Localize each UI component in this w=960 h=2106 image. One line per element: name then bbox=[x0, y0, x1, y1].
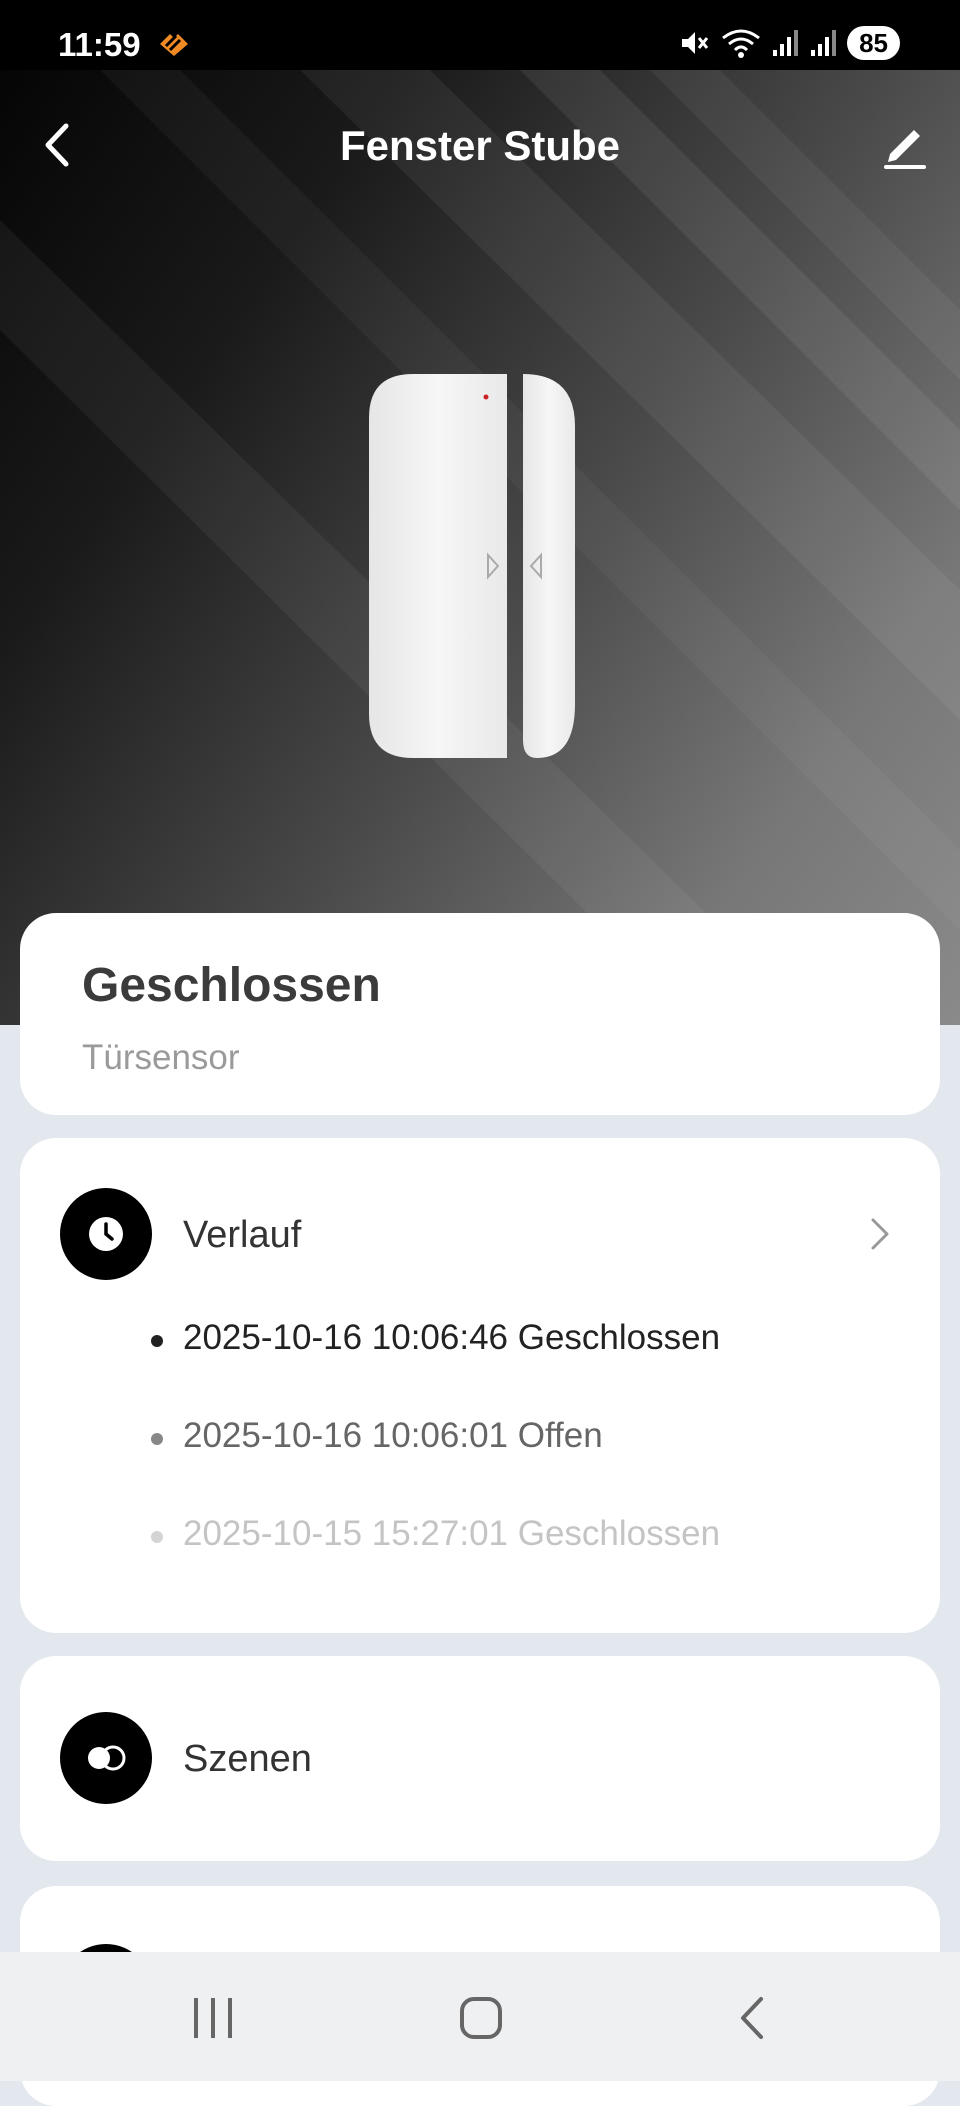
back-icon[interactable] bbox=[735, 1996, 769, 2040]
scenes-icon-wrap bbox=[60, 1712, 152, 1804]
history-entry-text: 2025-10-15 15:27:01 Geschlossen bbox=[183, 1514, 721, 1553]
wifi-icon bbox=[722, 29, 760, 58]
status-icons: 85 bbox=[679, 26, 900, 60]
home-icon[interactable] bbox=[458, 1996, 504, 2040]
signal-icon bbox=[811, 30, 837, 56]
history-dot bbox=[151, 1531, 163, 1543]
page-title: Fenster Stube bbox=[339, 122, 621, 169]
scenes-label: Szenen bbox=[183, 1738, 312, 1780]
device-hero: Fenster Stube bbox=[0, 70, 960, 1025]
history-clock-icon bbox=[60, 1188, 152, 1280]
clock-icon bbox=[89, 1217, 123, 1251]
history-entry-text: 2025-10-16 10:06:01 Offen bbox=[183, 1416, 603, 1455]
history-dot bbox=[151, 1433, 163, 1445]
recent-apps-icon[interactable] bbox=[190, 1996, 236, 2040]
app-notification-icon bbox=[160, 34, 188, 56]
device-state: Geschlossen bbox=[82, 959, 381, 1012]
door-sensor-image bbox=[369, 374, 575, 758]
history-entry: 2025-10-16 10:06:46 Geschlossen bbox=[151, 1318, 721, 1358]
pencil-icon[interactable] bbox=[880, 120, 930, 170]
scenes-icon bbox=[88, 1745, 126, 1771]
history-entry: 2025-10-15 15:27:01 Geschlossen bbox=[151, 1514, 721, 1554]
history-entry: 2025-10-16 10:06:01 Offen bbox=[151, 1416, 603, 1456]
signal-icon bbox=[773, 30, 799, 56]
battery-level: 85 bbox=[847, 26, 900, 60]
device-status-card: Geschlossen Türsensor bbox=[20, 913, 940, 1115]
device-type: Türsensor bbox=[82, 1038, 240, 1077]
status-bar: 11:59 85 bbox=[0, 0, 960, 70]
system-navigation-bar bbox=[0, 1952, 960, 2081]
mute-icon bbox=[682, 32, 709, 54]
history-label: Verlauf bbox=[183, 1214, 302, 1256]
status-time: 11:59 bbox=[58, 26, 141, 63]
history-dot bbox=[151, 1335, 163, 1347]
history-card[interactable]: Verlauf 2025-10-16 10:06:46 Geschlossen … bbox=[20, 1138, 940, 1633]
history-entry-text: 2025-10-16 10:06:46 Geschlossen bbox=[183, 1318, 721, 1357]
scenes-card[interactable]: Szenen bbox=[20, 1656, 940, 1861]
chevron-right-icon[interactable] bbox=[868, 1216, 892, 1252]
